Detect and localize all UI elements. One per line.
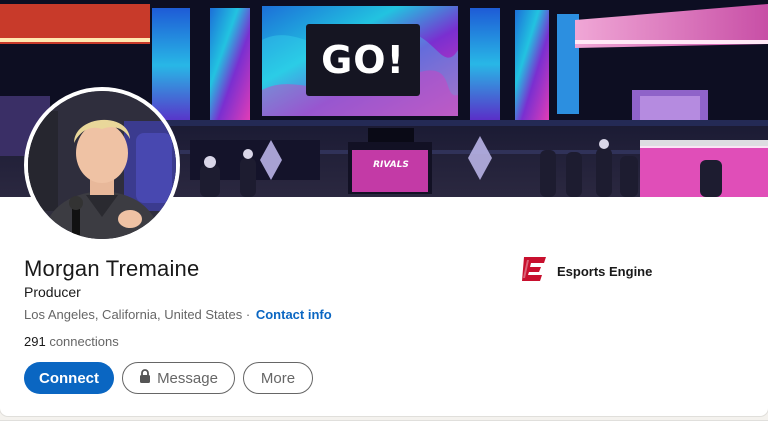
profile-card: GO! RIVALS Morgan Tremaine Producer Los … [0,0,768,416]
connections-label: connections [49,334,119,349]
current-company[interactable]: Esports Engine [521,256,652,287]
profile-headline: Producer [24,284,81,300]
profile-location: Los Angeles, California, United States [24,307,243,322]
company-name: Esports Engine [557,264,653,279]
banner-screen-text: GO! [321,38,405,82]
avatar-portrait [28,91,176,239]
connections-number: 291 [24,334,46,349]
lock-icon [139,369,151,387]
location-separator: · [245,307,251,322]
banner-stage-sign: RIVALS [373,160,409,170]
message-button[interactable]: Message [122,362,235,394]
next-section-edge [0,420,768,430]
more-button[interactable]: More [243,362,313,394]
profile-avatar[interactable] [24,87,180,243]
contact-info-link[interactable]: Contact info [256,307,332,322]
profile-name: Morgan Tremaine [24,256,200,281]
connections-count[interactable]: 291 connections [24,334,119,349]
connect-button[interactable]: Connect [24,362,114,394]
profile-location-row: Los Angeles, California, United States ·… [24,307,332,322]
profile-actions: Connect Message More [24,362,313,394]
esports-engine-logo-icon [521,256,547,287]
message-button-label: Message [157,369,218,387]
